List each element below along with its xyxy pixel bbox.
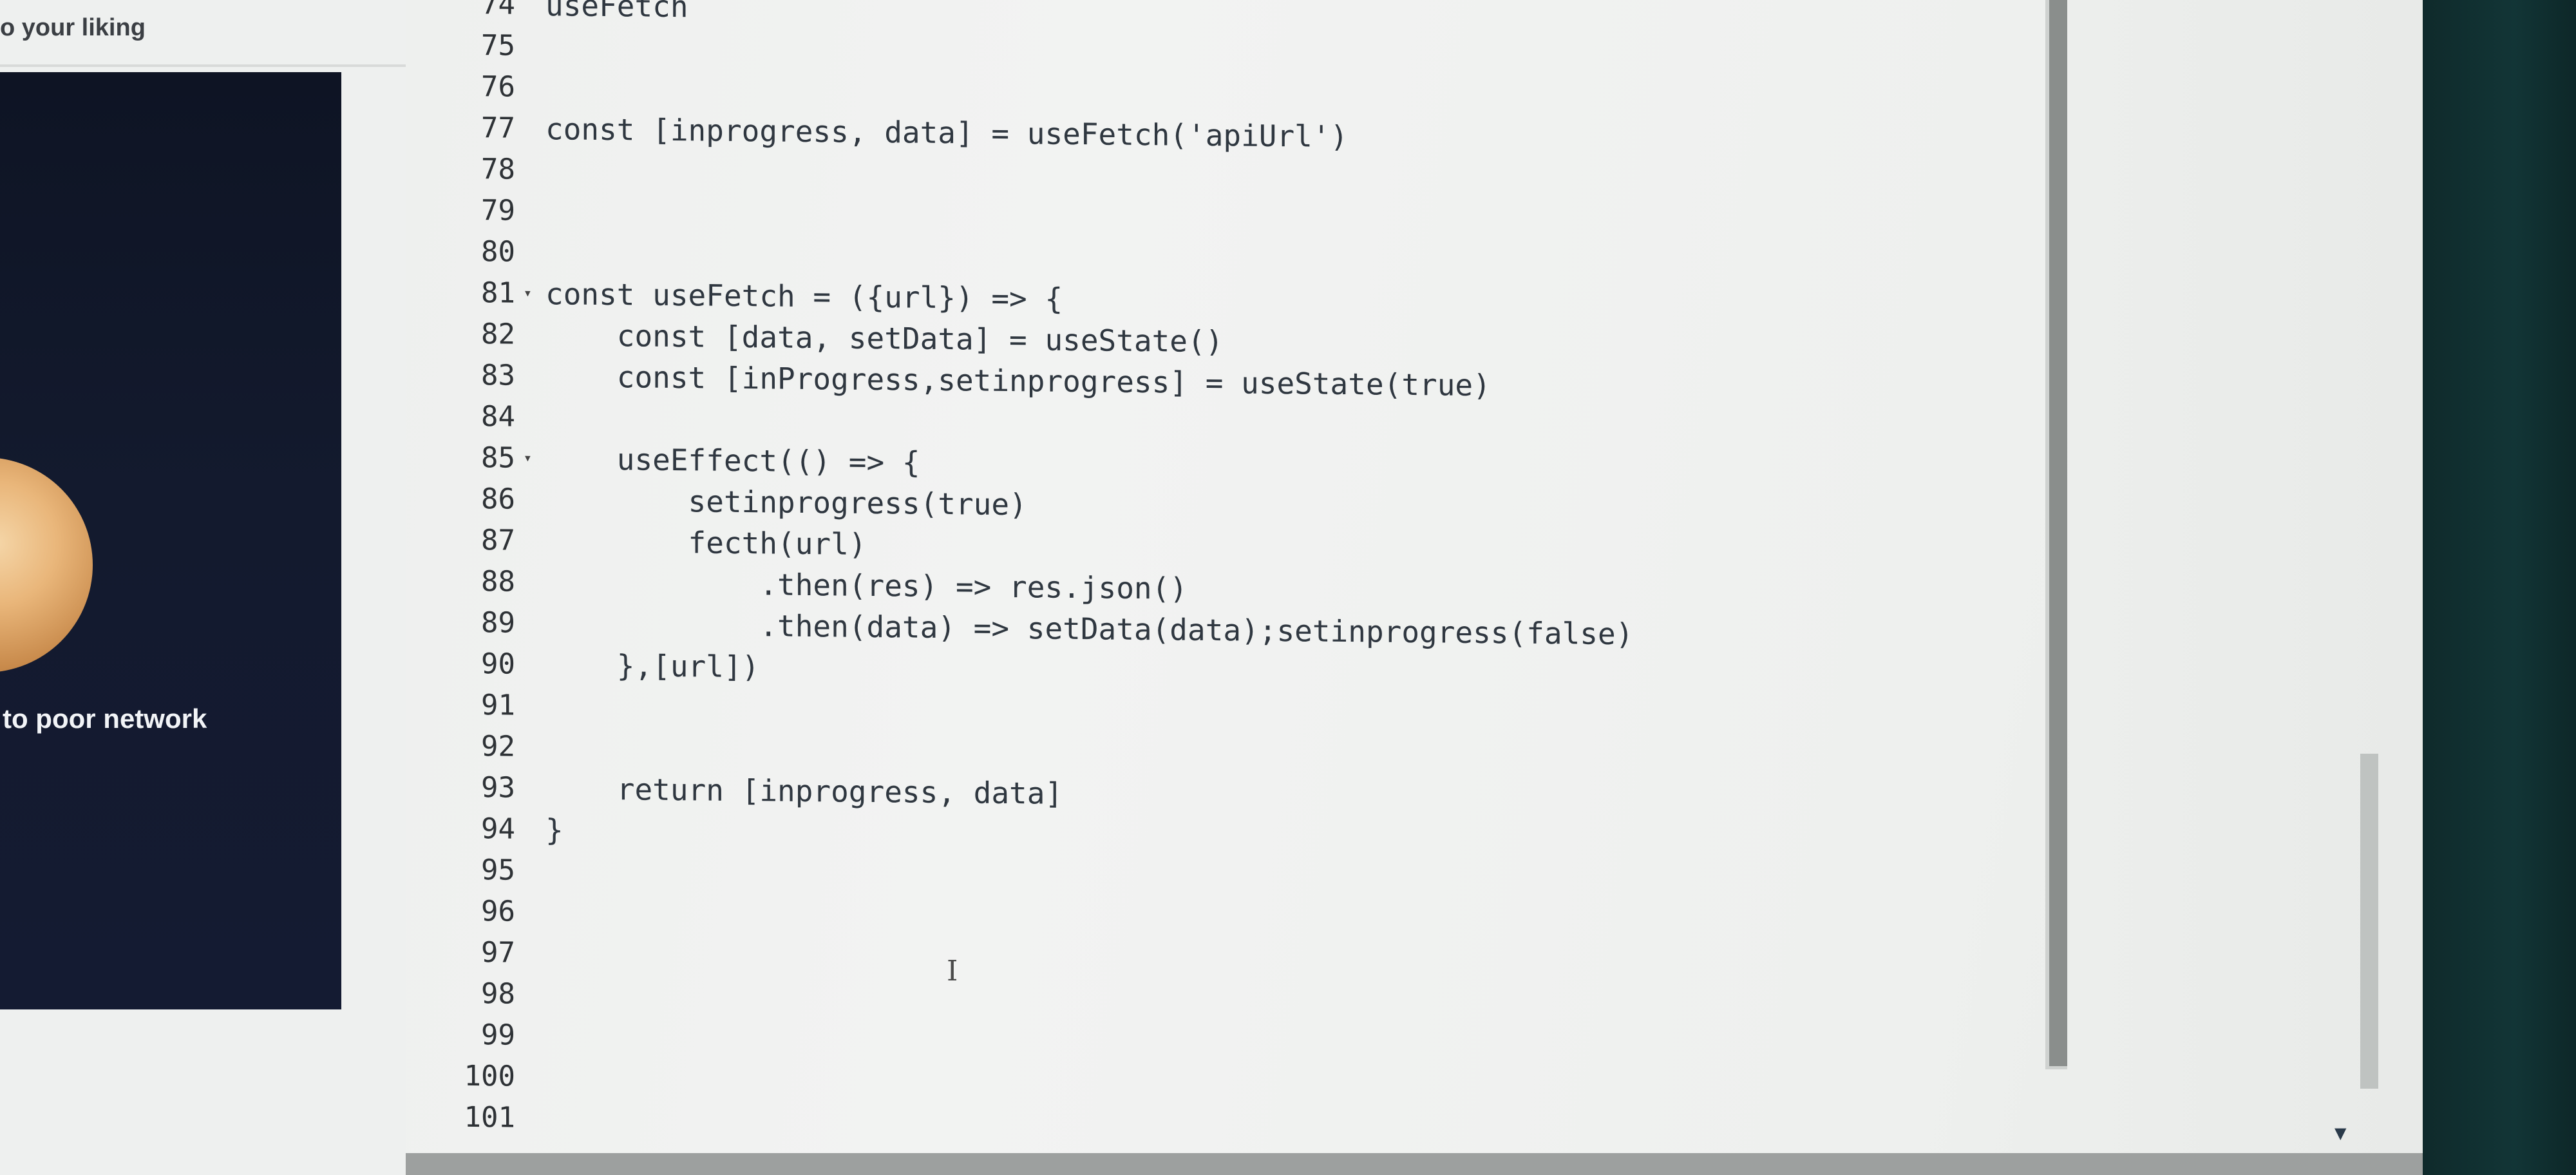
line-number: 87 [406,519,515,562]
line-number-text: 78 [481,153,515,186]
line-number: 92 [406,725,515,768]
line-number: 76 [406,66,515,108]
line-number-gutter: 74 75 76 77 78 79 80 81 ▾ 82 83 84 85 ▾ 86 87 88 89 90 91 92… [406,0,532,1139]
line-number: 82 [406,313,515,356]
left-panel: o your liking to poor network [0,0,406,1175]
line-number: 95 [406,849,515,892]
line-number: 77 [406,107,515,149]
line-number-text: 99 [481,1018,515,1052]
line-number-text: 84 [481,400,515,434]
line-number-text: 85 [481,441,515,475]
editor-scrollbar-thumb[interactable] [2049,0,2067,1066]
scroll-down-arrow-icon[interactable]: ▼ [2334,1124,2346,1142]
line-number: 74 [406,0,515,26]
line-number-text: 77 [481,111,515,145]
line-number-text: 75 [481,29,515,62]
line-number-text: 90 [481,647,515,681]
line-number: 85 ▾ [406,437,532,479]
line-number-text: 94 [481,812,515,846]
fold-arrow-icon[interactable]: ▾ [524,438,532,479]
line-number: 97 [406,931,515,974]
line-number-text: 101 [464,1100,515,1134]
panel-divider [0,64,406,67]
avatar [0,457,93,673]
line-number-text: 96 [481,895,515,928]
line-number-text: 82 [481,318,515,351]
line-number-text: 88 [481,565,515,598]
line-number-text: 97 [481,936,515,970]
line-number-text: 98 [481,977,515,1011]
line-number-text: 76 [481,70,515,104]
line-number: 80 [406,231,515,273]
line-number: 101 [406,1096,515,1139]
fold-arrow-icon[interactable]: ▾ [524,273,532,314]
line-number: 84 [406,396,515,438]
line-number-text: 81 [481,276,515,310]
video-card[interactable]: to poor network [0,72,341,1009]
screenshot: o your liking to poor network 74 75 76 77 78… [0,0,2576,1175]
line-number: 94 [406,808,515,850]
network-status-text: to poor network [3,703,207,734]
line-number: 93 [406,767,515,809]
panel-caption: o your liking [0,14,146,41]
line-number: 86 [406,478,515,521]
line-number: 89 [406,602,515,644]
line-number-text: 79 [481,194,515,227]
line-number: 96 [406,890,515,933]
code-area[interactable]: useFetch const [inprogress, data] = useFe… [545,0,2155,1154]
line-number-text: 93 [481,771,515,805]
line-number: 99 [406,1014,515,1056]
line-number-text: 100 [464,1059,515,1093]
line-number-text: 95 [481,854,515,887]
line-number-text: 86 [481,482,515,516]
monitor-bezel [2423,0,2576,1175]
line-number: 81 ▾ [406,272,532,314]
line-number-text: 80 [481,235,515,269]
line-number: 83 [406,354,515,397]
line-number-text: 87 [481,524,515,557]
line-number: 90 [406,643,515,685]
text-cursor-icon: I [947,955,958,988]
line-number-text: 74 [481,0,515,21]
line-number-text: 89 [481,606,515,640]
line-number: 75 [406,24,515,67]
line-number: 88 [406,560,515,603]
line-number: 79 [406,189,515,232]
line-number-text: 92 [481,730,515,763]
line-number-text: 83 [481,359,515,392]
page-scrollbar-thumb[interactable] [2360,754,2378,1089]
line-number: 100 [406,1055,515,1098]
line-number: 78 [406,148,515,191]
horizontal-scrollbar[interactable] [406,1153,2423,1175]
line-number: 98 [406,973,515,1015]
line-number-text: 91 [481,689,515,722]
line-number: 91 [406,684,515,727]
